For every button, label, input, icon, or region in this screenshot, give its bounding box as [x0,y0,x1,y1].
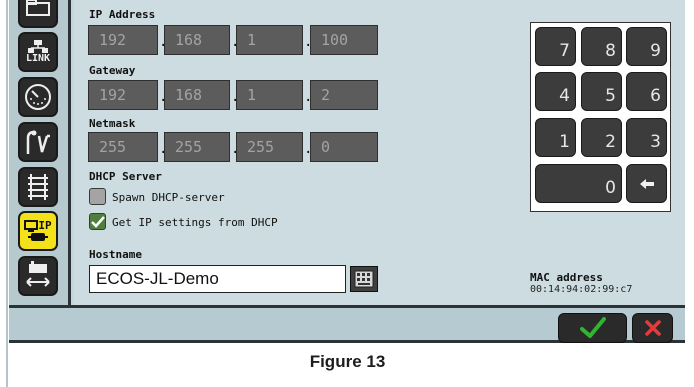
sidebar-item-link-label: LINK [25,53,51,64]
ip-octet-4[interactable]: 100 [310,25,378,55]
gauge-icon [25,84,51,110]
locomotive-arrows-icon [26,261,50,287]
keypad-key-8[interactable]: 8 [581,27,622,66]
keyboard-icon [354,270,374,288]
keypad-key-0[interactable]: 0 [535,164,622,203]
netmask-octet-4[interactable]: 0 [310,132,378,162]
get-ip-dhcp-label: Get IP settings from DHCP [112,216,278,229]
sidebar-item-track[interactable] [18,167,58,207]
netmask-octet-2[interactable]: 255 [164,132,230,162]
sidebar-item-folder[interactable] [18,0,58,28]
folder-icon [26,0,50,16]
get-ip-dhcp-checkbox[interactable] [89,213,106,230]
ip-octet-2[interactable]: 168 [164,25,230,55]
ip-octet-1[interactable]: 192 [88,25,158,55]
confirm-button[interactable] [558,313,627,343]
keypad-backspace[interactable] [626,164,667,203]
signal-switch-icon [26,130,50,154]
backspace-arrow-icon [639,178,654,189]
keypad-key-2[interactable]: 2 [581,118,622,157]
hostname-input[interactable]: ECOS-JL-Demo [89,265,346,293]
ip-octet-3[interactable]: 1 [236,25,303,55]
network-card-icon [28,233,48,241]
sidebar-item-gauge[interactable] [18,77,58,117]
ip-address-label: IP Address [89,8,156,21]
sidebar-item-ip-label: IP [38,219,52,232]
check-icon [579,317,606,338]
cancel-button[interactable] [632,313,673,343]
gateway-octet-1[interactable]: 192 [88,80,158,110]
dhcp-server-title: DHCP Server [89,170,162,183]
gateway-label: Gateway [89,64,136,77]
computer-icon [24,220,39,232]
hostname-label: Hostname [89,248,142,261]
keypad-key-1[interactable]: 1 [535,118,576,157]
keypad-key-6[interactable]: 6 [626,72,667,111]
keypad-key-4[interactable]: 4 [535,72,576,111]
gateway-octet-4[interactable]: 2 [310,80,378,110]
keypad-key-9[interactable]: 9 [626,27,667,66]
spawn-dhcp-label: Spawn DHCP-server [112,191,225,204]
sidebar-item-link[interactable]: LINK [18,32,58,72]
netmask-octet-1[interactable]: 255 [88,132,158,162]
track-icon [28,174,48,200]
gateway-octet-3[interactable]: 1 [236,80,303,110]
netmask-label: Netmask [89,117,136,130]
mac-address-value: 00:14:94:02:99:c7 [530,284,633,295]
outer-border [0,0,8,387]
network-link-icon [28,40,48,53]
figure-caption: Figure 13 [309,352,386,371]
gateway-octet-2[interactable]: 168 [164,80,230,110]
caption-area: Figure 13 [10,343,685,387]
checkmark-icon [90,215,105,228]
keypad-key-5[interactable]: 5 [581,72,622,111]
keypad-key-3[interactable]: 3 [626,118,667,157]
sidebar-item-loco[interactable] [18,256,58,296]
netmask-octet-3[interactable]: 255 [236,132,303,162]
spawn-dhcp-checkbox[interactable] [89,188,106,205]
keyboard-button[interactable] [350,266,378,292]
sidebar-item-signal[interactable] [18,122,58,162]
ecos-screen-frame: LINK IP IP Address 192 168 1 . 100 Gatew… [0,0,694,387]
sidebar-item-ip[interactable]: IP [18,211,58,251]
mac-address-label: MAC address [530,271,603,284]
close-icon [644,320,661,336]
keypad-key-7[interactable]: 7 [535,27,576,66]
